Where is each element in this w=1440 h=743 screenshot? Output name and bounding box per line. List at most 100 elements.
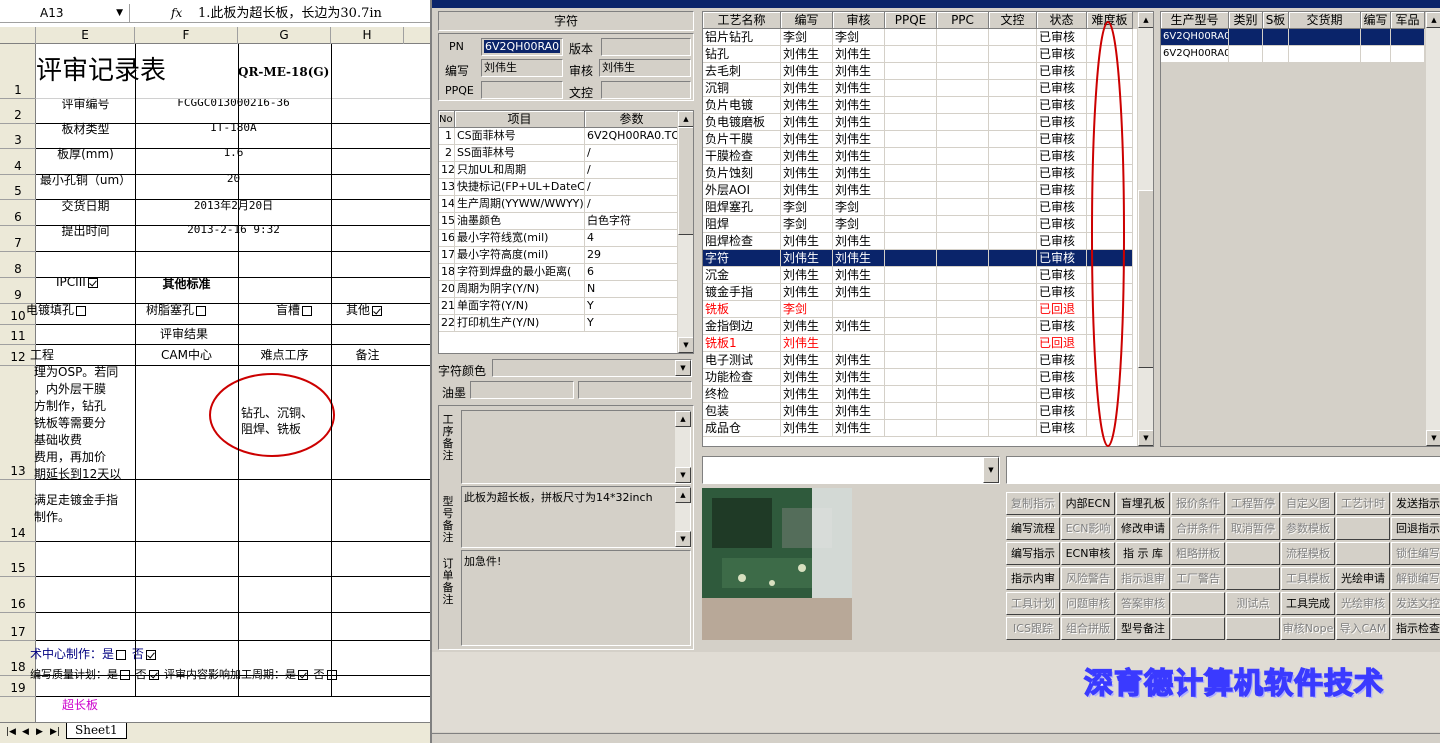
- process-row[interactable]: 阻焊检查 刘伟生 刘伟生 已审核: [703, 233, 1137, 250]
- scroll-thumb[interactable]: [1138, 190, 1153, 368]
- formula-input[interactable]: 1.此板为超长板，长边为30.7in: [198, 4, 382, 23]
- action-button[interactable]: 工程暂停: [1226, 492, 1280, 515]
- model-scrollbar[interactable]: ▲ ▼: [1425, 12, 1440, 446]
- scroll-up-icon[interactable]: ▲: [678, 111, 693, 127]
- action-button[interactable]: 解锁编写: [1391, 567, 1440, 590]
- action-button[interactable]: 工艺计时: [1336, 492, 1390, 515]
- action-button[interactable]: 工具计划: [1006, 592, 1060, 615]
- action-button[interactable]: 修改申请: [1116, 517, 1170, 540]
- action-button[interactable]: 报价条件: [1171, 492, 1225, 515]
- pn-field[interactable]: 6V2QH00RA0: [481, 38, 563, 56]
- column-header[interactable]: E: [36, 27, 135, 44]
- process-row[interactable]: 金指倒边 刘伟生 刘伟生 已审核: [703, 318, 1137, 335]
- model-row[interactable]: 6V2QH00RA0: [1161, 46, 1425, 63]
- param-row[interactable]: 20 周期为阴字(Y/N) N: [439, 281, 679, 298]
- search-field[interactable]: [1006, 456, 1440, 484]
- param-row[interactable]: 14 生产周期(YYWW/WWYY) /: [439, 196, 679, 213]
- action-button[interactable]: 审核Nope: [1281, 617, 1335, 640]
- scroll-up-icon[interactable]: ▲: [675, 487, 691, 503]
- col-status[interactable]: 状态: [1037, 12, 1087, 29]
- action-button[interactable]: 指示退审: [1116, 567, 1170, 590]
- row-header[interactable]: 13: [0, 366, 36, 480]
- process-row[interactable]: 阻焊 李剑 李剑 已审核: [703, 216, 1137, 233]
- action-button[interactable]: 盲埋孔板: [1116, 492, 1170, 515]
- col-doc-control[interactable]: 文控: [989, 12, 1037, 29]
- process-row[interactable]: 负片电镀 刘伟生 刘伟生 已审核: [703, 97, 1137, 114]
- param-row[interactable]: 16 最小字符线宽(mil) 4: [439, 230, 679, 247]
- col-s-board[interactable]: S板: [1263, 12, 1289, 29]
- last-sheet-icon[interactable]: ▶|: [50, 727, 60, 737]
- process-row[interactable]: 功能检查 刘伟生 刘伟生 已审核: [703, 369, 1137, 386]
- process-row[interactable]: 电子测试 刘伟生 刘伟生 已审核: [703, 352, 1137, 369]
- action-button[interactable]: 问题审核: [1061, 592, 1115, 615]
- row-header[interactable]: 15: [0, 542, 36, 577]
- version-field[interactable]: [601, 38, 691, 56]
- param-row[interactable]: 15 油墨颜色 白色字符: [439, 213, 679, 230]
- action-button[interactable]: 锁住编写: [1391, 542, 1440, 565]
- fill-plating-checkbox[interactable]: [76, 305, 87, 316]
- action-button[interactable]: ECN影响: [1061, 517, 1115, 540]
- action-button[interactable]: 工具完成: [1281, 592, 1335, 615]
- action-button[interactable]: 导入CAM: [1336, 617, 1390, 640]
- other-checkbox[interactable]: [372, 305, 383, 316]
- col-no[interactable]: No: [439, 111, 455, 128]
- scroll-down-icon[interactable]: ▼: [675, 467, 691, 483]
- tech-no-checkbox[interactable]: [145, 649, 156, 660]
- action-button[interactable]: [1226, 542, 1280, 565]
- action-button[interactable]: 自定义图: [1281, 492, 1335, 515]
- col-model[interactable]: 生产型号: [1161, 12, 1229, 29]
- row-header[interactable]: 6: [0, 200, 36, 226]
- row-header[interactable]: 17: [0, 613, 36, 641]
- resin-plug-checkbox[interactable]: [196, 305, 207, 316]
- col-category[interactable]: 类别: [1229, 12, 1263, 29]
- process-row[interactable]: 负电镀磨板 刘伟生 刘伟生 已审核: [703, 114, 1137, 131]
- process-row[interactable]: 字符 刘伟生 刘伟生 已审核: [703, 250, 1137, 267]
- name-box[interactable]: A13 ▼: [0, 4, 130, 23]
- action-button[interactable]: [1226, 617, 1280, 640]
- tech-yes-checkbox[interactable]: [116, 649, 127, 660]
- process-row[interactable]: 去毛刺 刘伟生 刘伟生 已审核: [703, 63, 1137, 80]
- param-row[interactable]: 12 只加UL和周期 /: [439, 162, 679, 179]
- action-button[interactable]: 风险警告: [1061, 567, 1115, 590]
- action-button[interactable]: 发送文控: [1391, 592, 1440, 615]
- doc-control-field[interactable]: [601, 81, 691, 99]
- action-button[interactable]: [1336, 542, 1390, 565]
- scroll-up-icon[interactable]: ▲: [1138, 12, 1153, 28]
- action-button[interactable]: 发送指示: [1391, 492, 1440, 515]
- action-button[interactable]: 合拼条件: [1171, 517, 1225, 540]
- ink-field[interactable]: [470, 381, 574, 399]
- action-button[interactable]: 取消暂停: [1226, 517, 1280, 540]
- action-button[interactable]: 工具模板: [1281, 567, 1335, 590]
- col-ppqe[interactable]: PPQE: [885, 12, 937, 29]
- process-row[interactable]: 终检 刘伟生 刘伟生 已审核: [703, 386, 1137, 403]
- process-note-scrollbar[interactable]: ▲ ▼: [674, 411, 691, 483]
- process-row[interactable]: 铝片钻孔 李剑 李剑 已审核: [703, 29, 1137, 46]
- action-button[interactable]: 流程模板: [1281, 542, 1335, 565]
- filter-combo[interactable]: ▼: [702, 456, 1000, 484]
- action-button[interactable]: 光绘申请: [1336, 567, 1390, 590]
- action-button[interactable]: 测试点: [1226, 592, 1280, 615]
- scroll-up-icon[interactable]: ▲: [675, 411, 691, 427]
- col-process-name[interactable]: 工艺名称: [703, 12, 781, 29]
- process-row[interactable]: 阻焊塞孔 李剑 李剑 已审核: [703, 199, 1137, 216]
- action-button[interactable]: [1226, 567, 1280, 590]
- process-row[interactable]: 钻孔 刘伟生 刘伟生 已审核: [703, 46, 1137, 63]
- model-note-field[interactable]: 此板为超长板，拼板尺寸为14*32inch ▲ ▼: [461, 486, 691, 548]
- ink-field-2[interactable]: [578, 381, 692, 399]
- column-header[interactable]: H: [331, 27, 404, 44]
- action-button[interactable]: 编写指示: [1006, 542, 1060, 565]
- model-note-scrollbar[interactable]: ▲ ▼: [674, 487, 691, 547]
- row-header[interactable]: 16: [0, 577, 36, 613]
- col-military[interactable]: 军品: [1391, 12, 1425, 29]
- param-row[interactable]: 21 单面字符(Y/N) Y: [439, 298, 679, 315]
- param-row[interactable]: 17 最小字符高度(mil) 29: [439, 247, 679, 264]
- process-row[interactable]: 镀金手指 刘伟生 刘伟生 已审核: [703, 284, 1137, 301]
- col-param[interactable]: 参数: [585, 111, 679, 128]
- row-header[interactable]: 3: [0, 124, 36, 149]
- action-button[interactable]: 指示检查: [1391, 617, 1440, 640]
- row-header[interactable]: 1: [0, 44, 36, 99]
- process-row[interactable]: 包装 刘伟生 刘伟生 已审核: [703, 403, 1137, 420]
- chevron-down-icon[interactable]: ▼: [675, 360, 691, 376]
- action-button[interactable]: 答案审核: [1116, 592, 1170, 615]
- action-button[interactable]: 组合拼版: [1061, 617, 1115, 640]
